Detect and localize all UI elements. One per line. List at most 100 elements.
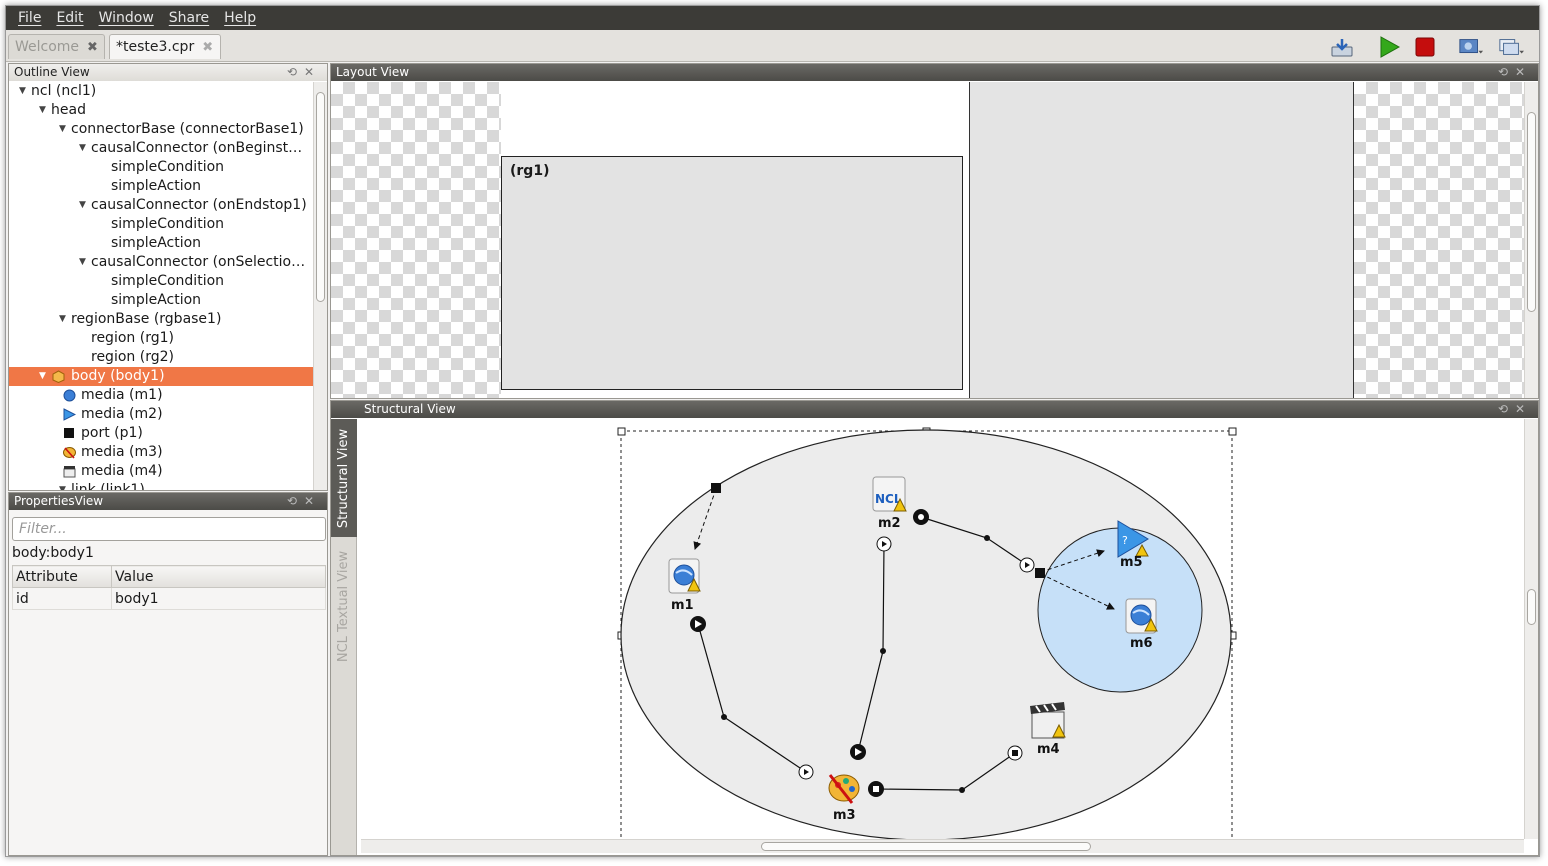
expand-toggle-icon[interactable]: ▼ (59, 120, 66, 139)
pane-controls[interactable]: ⟲✕ (287, 64, 321, 81)
expand-toggle-icon[interactable]: ▼ (79, 253, 86, 272)
tree-item[interactable]: ▼ body (body1) (9, 367, 313, 386)
outline-view: Outline View ⟲✕ ▼ ncl (ncl1) ▼ head ▼ connect… (8, 63, 328, 491)
scroll-thumb[interactable] (761, 842, 1091, 851)
tree-item[interactable]: simpleAction (9, 291, 313, 310)
expand-toggle-icon[interactable]: ▼ (79, 196, 86, 215)
outline-tree[interactable]: ▼ ncl (ncl1) ▼ head ▼ connectorBase (connecto… (9, 82, 313, 490)
scroll-thumb[interactable] (316, 92, 325, 302)
transparent-area-right (1354, 82, 1526, 398)
menu-share[interactable]: Share (169, 10, 209, 26)
structural-view: Structural View ⟲✕ Structural View NCL T… (330, 400, 1539, 856)
filter-input[interactable]: Filter... (12, 517, 326, 541)
table-row[interactable]: id body1 (12, 587, 326, 610)
tree-item[interactable]: ▼ ncl (ncl1) (9, 82, 313, 101)
tree-item-label: region (rg1) (91, 330, 174, 346)
tree-item[interactable]: simpleAction (9, 234, 313, 253)
tree-item[interactable]: ▼ connectorBase (connectorBase1) (9, 120, 313, 139)
tree-item-label: media (m4) (81, 463, 163, 479)
tree-item[interactable]: ▼ link (link1) (9, 481, 313, 490)
export-icon[interactable] (1329, 34, 1355, 60)
tab-label: Welcome (15, 39, 80, 55)
close-icon[interactable]: ✖ (202, 40, 213, 55)
close-icon[interactable]: ✖ (87, 40, 98, 55)
expand-toggle-icon[interactable]: ▼ (19, 82, 26, 101)
tree-item[interactable]: media (m2) (9, 405, 313, 424)
transparent-area-left (331, 82, 501, 398)
column-attribute[interactable]: Attribute (12, 565, 112, 588)
stop-icon[interactable] (1412, 34, 1438, 60)
tab-teste3[interactable]: *teste3.cpr ✖ (109, 34, 221, 59)
tree-item[interactable]: ▼ causalConnector (onEndstop1) (9, 196, 313, 215)
window-icon[interactable] (1498, 34, 1524, 60)
media-node-m6[interactable]: m6 (1125, 598, 1158, 651)
node-label: m2 (878, 516, 901, 531)
scroll-thumb[interactable] (1527, 112, 1536, 312)
tree-item[interactable]: simpleAction (9, 177, 313, 196)
html-media-icon (63, 389, 76, 402)
pane-controls[interactable]: ⟲✕ (1498, 64, 1532, 81)
tree-item[interactable]: region (rg1) (9, 329, 313, 348)
perspective-icon[interactable] (1458, 34, 1484, 60)
column-value[interactable]: Value (111, 565, 326, 588)
layout-scrollbar[interactable] (1524, 82, 1538, 398)
tree-item[interactable]: ▼ regionBase (rgbase1) (9, 310, 313, 329)
pane-controls[interactable]: ⟲✕ (1498, 401, 1532, 418)
run-icon[interactable] (1376, 34, 1402, 60)
toolbar: Welcome ✖ *teste3.cpr ✖ (6, 30, 1539, 62)
menu-window[interactable]: Window (99, 10, 154, 26)
tree-item[interactable]: ▼ causalConnector (onSelectio… (9, 253, 313, 272)
tab-structural-view[interactable]: Structural View (331, 419, 357, 537)
tree-item[interactable]: simpleCondition (9, 215, 313, 234)
menu-file[interactable]: File (18, 10, 41, 26)
video-media-icon (63, 465, 76, 478)
tree-item-label: simpleCondition (111, 216, 225, 232)
tree-item[interactable]: simpleCondition (9, 272, 313, 291)
tree-item[interactable]: region (rg2) (9, 348, 313, 367)
scroll-thumb[interactable] (1527, 589, 1536, 625)
svg-text:?: ? (1122, 534, 1128, 547)
tree-item-label: simpleAction (111, 235, 202, 251)
properties-view-title: PropertiesView ⟲✕ (9, 493, 327, 510)
expand-toggle-icon[interactable]: ▼ (59, 481, 66, 490)
node-label: m4 (1037, 742, 1060, 757)
tree-item[interactable]: ▼ head (9, 101, 313, 120)
port-p1[interactable] (711, 483, 721, 493)
tree-item[interactable]: port (p1) (9, 424, 313, 443)
image-media-icon (63, 446, 76, 459)
node-label: m1 (671, 598, 694, 613)
expand-toggle-icon[interactable]: ▼ (39, 101, 46, 120)
tree-item[interactable]: media (m4) (9, 462, 313, 481)
tree-item[interactable]: media (m1) (9, 386, 313, 405)
selection-label: body:body1 (12, 545, 94, 561)
pane-controls[interactable]: ⟲✕ (287, 493, 321, 510)
context-icon (52, 370, 65, 384)
tree-item[interactable]: simpleCondition (9, 158, 313, 177)
tree-item-label: causalConnector (onBeginst… (91, 140, 303, 156)
menu-help[interactable]: Help (224, 10, 256, 26)
port-inner[interactable] (1035, 568, 1045, 578)
expand-toggle-icon[interactable]: ▼ (59, 310, 66, 329)
properties-view: PropertiesView ⟲✕ Filter... body:body1 A… (8, 492, 328, 856)
tree-item-label: head (51, 102, 86, 118)
structural-vscrollbar[interactable] (1524, 419, 1538, 839)
tree-item-label: regionBase (rgbase1) (71, 311, 222, 327)
tree-item-label: causalConnector (onSelectio… (91, 254, 306, 270)
tree-item[interactable]: ▼ causalConnector (onBeginst… (9, 139, 313, 158)
tree-item-label: media (m3) (81, 444, 163, 460)
outline-scrollbar[interactable] (313, 82, 327, 490)
properties-table: Attribute Value id body1 (12, 565, 326, 610)
value-cell[interactable]: body1 (111, 587, 326, 610)
tree-item[interactable]: media (m3) (9, 443, 313, 462)
expand-toggle-icon[interactable]: ▼ (39, 367, 46, 386)
menu-edit[interactable]: Edit (56, 10, 83, 26)
tab-welcome[interactable]: Welcome ✖ (8, 34, 105, 59)
structural-hscrollbar[interactable] (361, 839, 1524, 853)
region-rg1[interactable]: (rg1) (501, 156, 963, 390)
region-rg2[interactable] (969, 82, 1354, 398)
structural-canvas[interactable]: m1 NCL m2 m3 m4 ? m5 m6 (358, 419, 1526, 839)
node-label: m5 (1120, 555, 1143, 570)
expand-toggle-icon[interactable]: ▼ (79, 139, 86, 158)
tree-item-label: port (p1) (81, 425, 143, 441)
tab-ncl-textual-view[interactable]: NCL Textual View (331, 537, 357, 675)
